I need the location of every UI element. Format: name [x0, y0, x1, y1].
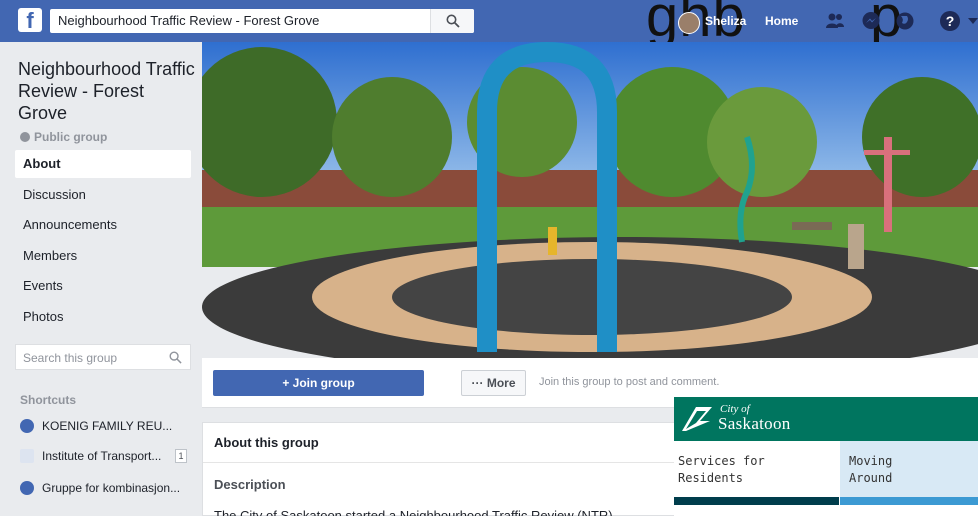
- top-navigation-bar: f Neighbourhood Traffic Review - Forest …: [0, 0, 978, 49]
- sidebar-item-members[interactable]: Members: [15, 242, 191, 270]
- sidebar-item-discussion[interactable]: Discussion: [15, 181, 191, 209]
- notifications-globe-icon[interactable]: [895, 11, 915, 31]
- shortcut-item[interactable]: Gruppe for kombinasjon...: [20, 478, 198, 498]
- globe-icon: [20, 132, 30, 142]
- shortcut-item[interactable]: KOENIG FAMILY REU...: [20, 416, 198, 436]
- description-heading: Description: [214, 477, 286, 492]
- description-text: The City of Saskatoon started a Neighbou…: [214, 508, 613, 516]
- sidebar-item-events[interactable]: Events: [15, 272, 191, 300]
- city-name-label: Saskatoon: [718, 414, 791, 433]
- splash-park-photo: [202, 42, 978, 358]
- user-avatar[interactable]: [678, 12, 700, 34]
- shortcuts-heading: Shortcuts: [20, 393, 77, 407]
- help-icon[interactable]: ?: [940, 11, 960, 31]
- group-cover-photo[interactable]: [202, 42, 978, 358]
- city-of-saskatoon-overlay: City of Saskatoon Services for Residents…: [674, 397, 978, 516]
- active-tab-underline: [674, 497, 839, 505]
- notification-count-badge: 1: [175, 449, 187, 463]
- shortcut-label: KOENIG FAMILY REU...: [42, 419, 173, 433]
- user-name-link[interactable]: Sheliza: [705, 14, 746, 28]
- shortcut-item[interactable]: Institute of Transport... 1: [20, 446, 198, 466]
- shortcut-label: Institute of Transport...: [42, 449, 162, 463]
- group-icon: [20, 419, 34, 433]
- more-button[interactable]: ··· More: [461, 370, 526, 396]
- search-icon: [446, 14, 460, 28]
- account-menu-chevron-icon[interactable]: [968, 18, 978, 24]
- tab-line: Residents: [678, 471, 744, 485]
- screenshot: f Neighbourhood Traffic Review - Forest …: [0, 0, 978, 516]
- group-icon: [20, 481, 34, 495]
- top-search-value: Neighbourhood Traffic Review - Forest Gr…: [58, 13, 320, 28]
- sidebar-item-about[interactable]: About: [15, 150, 191, 178]
- city-header: City of Saskatoon: [674, 397, 978, 441]
- friend-requests-icon[interactable]: [825, 11, 845, 31]
- tab-line: Around: [849, 471, 893, 485]
- search-icon: [169, 351, 182, 364]
- about-group-card: About this group Description The City of…: [202, 422, 675, 516]
- group-sidebar: Neighbourhood Traffic Review - Forest Gr…: [0, 42, 202, 516]
- home-link[interactable]: Home: [765, 14, 798, 28]
- messenger-icon[interactable]: [861, 11, 881, 31]
- privacy-text: Public group: [34, 130, 108, 144]
- divider: [203, 462, 675, 463]
- page-icon: [20, 449, 34, 463]
- tab-moving-around[interactable]: Moving Around: [840, 441, 978, 505]
- search-button[interactable]: [430, 9, 474, 33]
- group-privacy-label: Public group: [20, 130, 107, 144]
- tab-services-for-residents[interactable]: Services for Residents: [674, 441, 839, 505]
- sidebar-item-announcements[interactable]: Announcements: [15, 211, 191, 239]
- shortcut-label: Gruppe for kombinasjon...: [42, 481, 181, 495]
- tab-line: Services for: [678, 454, 765, 468]
- facebook-logo-icon[interactable]: f: [18, 8, 42, 32]
- join-group-button[interactable]: + Join group: [213, 370, 424, 396]
- group-title[interactable]: Neighbourhood Traffic Review - Forest Gr…: [18, 58, 198, 124]
- group-search-input[interactable]: Search this group: [15, 344, 191, 370]
- join-note-text: Join this group to post and comment.: [539, 376, 720, 388]
- about-card-title: About this group: [214, 435, 319, 450]
- sidebar-item-photos[interactable]: Photos: [15, 303, 191, 331]
- tab-underline: [840, 497, 978, 505]
- tab-line: Moving: [849, 454, 893, 468]
- city-logo-icon: [682, 407, 712, 431]
- top-search-input[interactable]: Neighbourhood Traffic Review - Forest Gr…: [50, 9, 474, 33]
- group-search-placeholder: Search this group: [23, 351, 118, 365]
